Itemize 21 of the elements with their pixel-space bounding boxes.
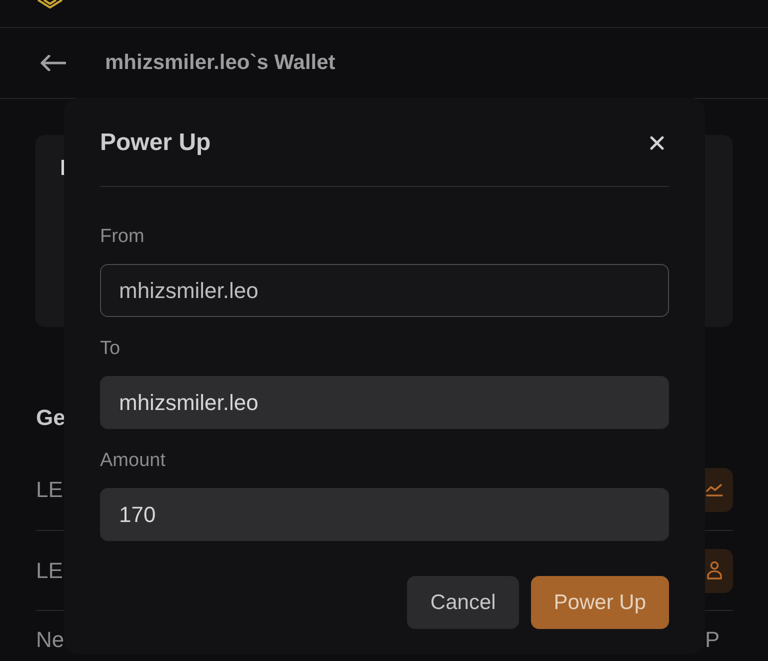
logo-icon[interactable] [36, 0, 64, 9]
text-field[interactable]: mhizsmiler.leo [100, 376, 669, 429]
dialog-title: Power Up [100, 128, 211, 158]
text-field[interactable]: 170 [100, 488, 669, 541]
close-icon [650, 136, 664, 150]
section-heading: Ge [36, 406, 66, 430]
row-value: P [705, 626, 721, 652]
profile-button[interactable] [705, 548, 733, 592]
field-label: From [100, 225, 144, 249]
back-button[interactable] [40, 55, 66, 71]
row-label: Ne [36, 626, 64, 652]
row-label: LE [36, 477, 63, 503]
cancel-button[interactable]: Cancel [407, 576, 519, 629]
row-label: LE [36, 558, 63, 584]
person-icon [706, 561, 723, 580]
page-title: mhizsmiler.leo`s Wallet [105, 51, 336, 75]
chart-icon [706, 483, 723, 497]
field-label: Amount [100, 449, 166, 473]
chart-button[interactable] [705, 468, 733, 512]
field-label: To [100, 337, 120, 361]
left-arrow-icon [40, 55, 66, 71]
